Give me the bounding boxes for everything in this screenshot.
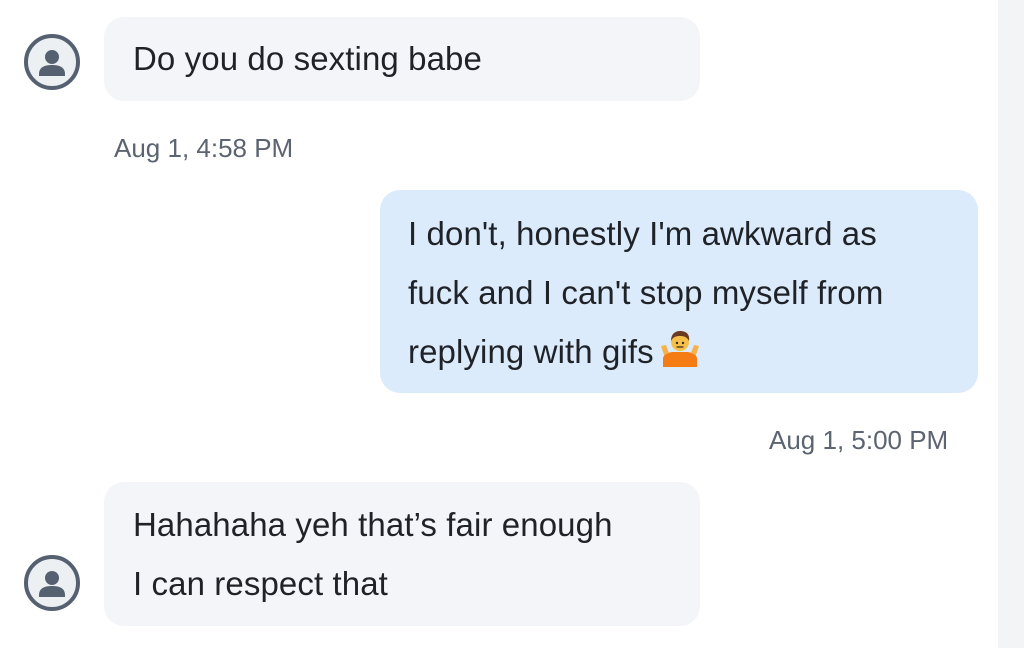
scrollbar-track[interactable] (998, 0, 1024, 648)
received-message-bubble[interactable]: Do you do sexting babe (104, 17, 700, 101)
message-text-line: fuck and I can't stop myself from (408, 274, 884, 311)
message-text-line: I don't, honestly I'm awkward as (408, 215, 877, 252)
message-text-line: Do you do sexting babe (133, 40, 482, 77)
chat-thread: Do you do sexting babe Aug 1, 4:58 PM I … (0, 0, 998, 648)
message-text-line: I can respect that (133, 565, 388, 602)
message-timestamp: Aug 1, 4:58 PM (114, 133, 294, 163)
contact-avatar-icon[interactable] (24, 34, 80, 90)
message-text-line: Hahahaha yeh that’s fair enough (133, 506, 613, 543)
message-timestamp: Aug 1, 5:00 PM (769, 425, 949, 455)
person-shrugging-emoji-icon (660, 328, 700, 387)
received-message-bubble[interactable]: Hahahaha yeh that’s fair enough I can re… (104, 482, 700, 626)
sent-message-bubble[interactable]: I don't, honestly I'm awkward as fuck an… (380, 190, 978, 393)
message-text-line: replying with gifs (408, 322, 978, 387)
contact-avatar-icon[interactable] (24, 555, 80, 611)
